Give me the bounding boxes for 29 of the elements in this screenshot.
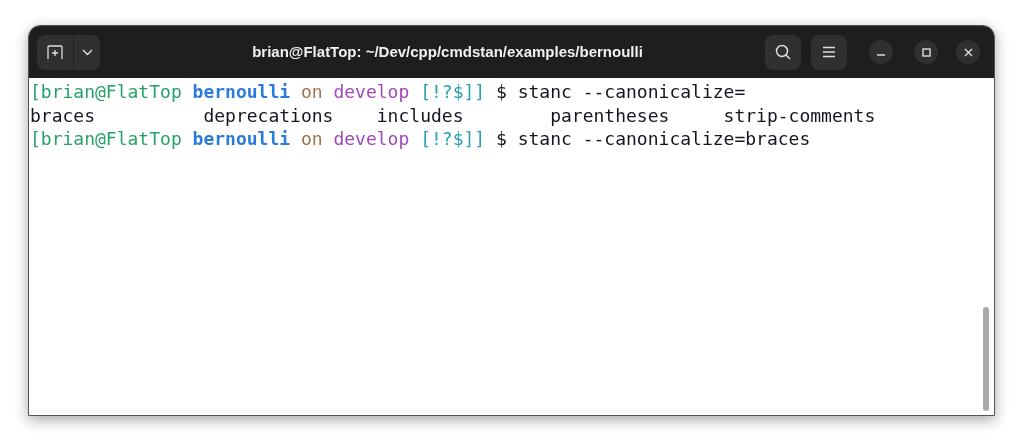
completion-option: includes	[376, 104, 464, 126]
minimize-button[interactable]	[869, 40, 893, 64]
terminal-text: bernoulli	[192, 80, 291, 105]
new-tab-icon	[47, 45, 63, 59]
window-title: brian@FlatTop: ~/Dev/cpp/cmdstan/examples/bernoulli	[252, 41, 643, 62]
menu-icon	[822, 46, 836, 58]
terminal-text: [brian@FlatTop	[30, 80, 182, 105]
completion-option: braces	[30, 104, 96, 126]
terminal-text: develop	[333, 127, 410, 152]
close-button[interactable]	[956, 40, 980, 64]
search-button[interactable]	[765, 34, 801, 70]
completion-option: deprecations	[203, 104, 334, 126]
completion-option: parentheses	[550, 104, 670, 126]
terminal-text: [!?$]]	[420, 80, 486, 105]
terminal-text: bernoulli	[192, 127, 291, 152]
maximize-button[interactable]	[914, 40, 938, 64]
terminal-text: on	[300, 127, 323, 152]
terminal-text: [!?$]]	[420, 127, 486, 152]
terminal-text: $ stanc --canonicalize=	[496, 80, 746, 105]
terminal-text: [brian@FlatTop	[30, 127, 182, 152]
chevron-down-icon	[81, 48, 93, 56]
maximize-icon	[921, 47, 931, 57]
completion-option: strip-comments	[723, 104, 876, 126]
search-icon	[775, 44, 791, 60]
terminal-text: $ stanc --canonicalize=braces	[496, 127, 811, 152]
close-icon	[963, 47, 973, 57]
terminal-text: on	[300, 80, 323, 105]
terminal-text: develop	[333, 80, 410, 105]
menu-button[interactable]	[811, 34, 847, 70]
